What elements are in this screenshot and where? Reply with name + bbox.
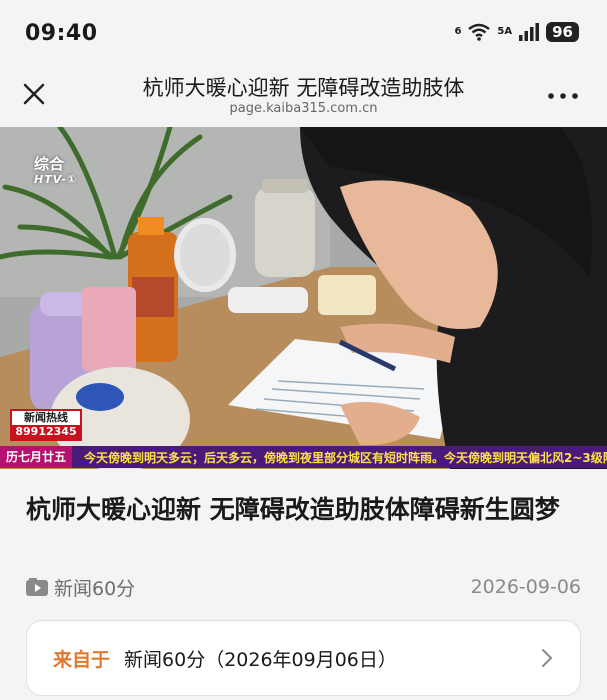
page-title: 杭师大暖心迎新 无障碍改造助肢体	[142, 76, 465, 100]
video-source-icon	[26, 578, 48, 596]
from-label: 来自于	[53, 648, 111, 671]
wifi-icon	[468, 23, 491, 41]
ticker-date: 历七月廿五	[0, 446, 73, 468]
video-player[interactable]: 综合 HTV-①	[0, 127, 607, 469]
video-frame-image	[0, 127, 607, 469]
channel-logo-main: 综合	[34, 155, 65, 173]
network-5a-label: 5A	[497, 26, 513, 37]
hotline-label: 新闻热线	[24, 411, 68, 424]
battery-indicator: 96	[546, 22, 579, 42]
news-hotline-badge: 新闻热线 89912345	[10, 409, 82, 441]
ticker-text: 今天傍晚到明天多云；后天多云，傍晚到夜里部分城区有短时阵雨。今天傍晚到明天偏北风…	[84, 450, 607, 465]
hotline-number: 89912345	[12, 425, 80, 439]
news-ticker: 历七月廿五 今天傍晚到明天多云；后天多云，傍晚到夜里部分城区有短时阵雨。今天傍晚…	[0, 446, 607, 468]
channel-logo: 综合 HTV-①	[34, 157, 77, 187]
article-meta: 新闻60分 2026-09-06	[26, 572, 581, 602]
page-url: page.kaiba315.com.cn	[229, 101, 378, 116]
more-icon[interactable]	[545, 82, 581, 106]
source-name: 新闻60分	[54, 577, 136, 600]
publish-date: 2026-09-06	[470, 576, 581, 598]
close-icon[interactable]	[18, 78, 50, 110]
status-bar: 09:40 6 5A 96	[0, 0, 607, 64]
article-title: 杭师大暖心迎新 无障碍改造助肢体障碍新生圆梦	[26, 495, 560, 524]
chevron-right-icon	[542, 649, 552, 667]
status-icons: 6 5A 96	[454, 22, 579, 42]
nav-bar: 杭师大暖心迎新 无障碍改造助肢体 page.kaiba315.com.cn	[0, 64, 607, 126]
article-source[interactable]: 新闻60分	[26, 574, 135, 601]
signal-icon	[519, 23, 540, 41]
from-source-card[interactable]: 来自于 新闻60分（2026年09月06日）	[26, 620, 581, 696]
channel-logo-sub: HTV-①	[34, 173, 78, 186]
network-type-label: 6	[454, 26, 462, 37]
from-value: 新闻60分（2026年09月06日）	[124, 648, 397, 671]
status-time: 09:40	[25, 21, 98, 46]
